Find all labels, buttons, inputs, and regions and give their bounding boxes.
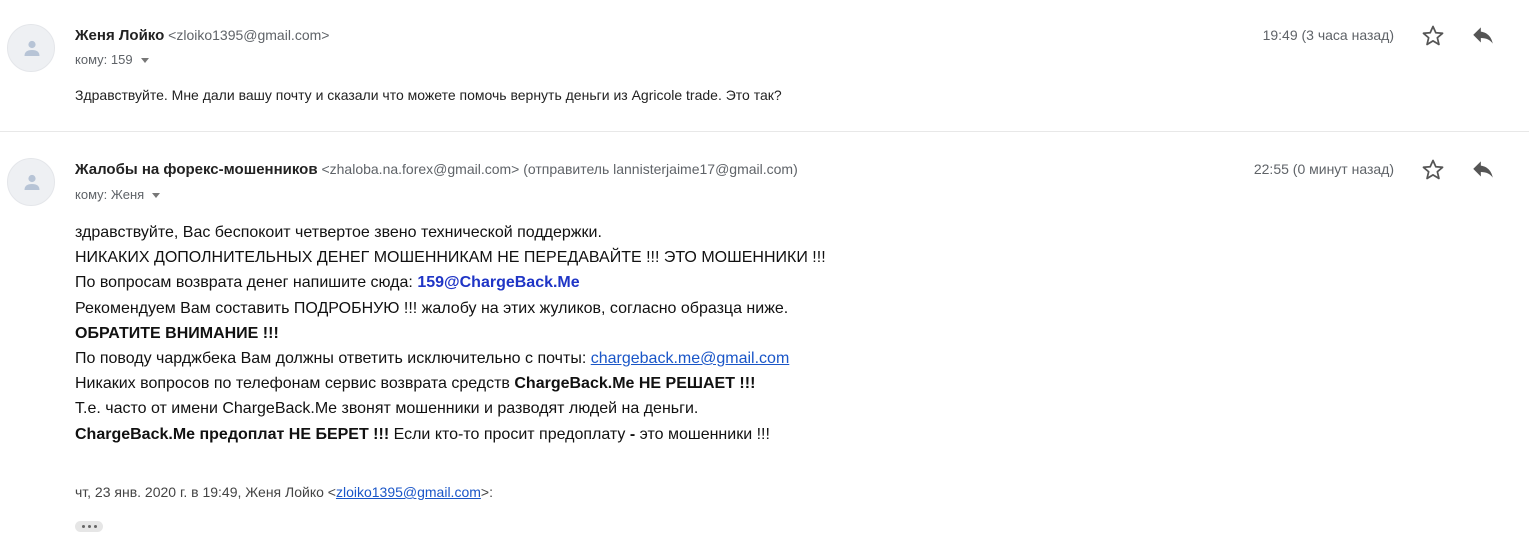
body-line: Никаких вопросов по телефонам сервис воз… — [75, 371, 826, 396]
body-text: По вопросам возврата денег напишите сюда… — [75, 274, 418, 292]
sender-line: Жалобы на форекс-мошенников <zhaloba.na.… — [75, 161, 798, 178]
contact-address: 159@ChargeBack.Me — [417, 274, 580, 292]
star-icon — [1422, 159, 1444, 180]
person-icon — [24, 40, 40, 56]
body-text: это мошенники !!! — [635, 425, 770, 443]
sender-name[interactable]: Жалобы на форекс-мошенников — [75, 161, 318, 178]
message-preview[interactable]: Здравствуйте. Мне дали вашу почту и сказ… — [75, 87, 782, 103]
reply-icon — [1473, 27, 1493, 44]
body-bold: ChargeBack.Me НЕ РЕШАЕТ !!! — [514, 375, 756, 393]
recipients-label: кому: Женя — [75, 187, 145, 202]
ellipsis-icon — [87, 525, 91, 528]
sender-email: <zhaloba.na.forex@gmail.com> — [321, 161, 520, 177]
reply-button[interactable] — [1470, 23, 1496, 49]
body-line: здравствуйте, Вас беспокоит четвертое зв… — [75, 224, 602, 241]
recipients-label: кому: 159 — [75, 52, 133, 67]
attention-heading: ОБРАТИТЕ ВНИМАНИЕ !!! — [75, 324, 279, 342]
body-line: ChargeBack.Me предоплат НЕ БЕРЕТ !!! Есл… — [75, 422, 826, 447]
message-1: Женя Лойко <zloiko1395@gmail.com> кому: … — [0, 0, 1529, 130]
avatar[interactable] — [7, 24, 55, 72]
star-icon — [1422, 25, 1444, 46]
body-text: Никаких вопросов по телефонам сервис воз… — [75, 375, 515, 393]
reply-button[interactable] — [1470, 157, 1496, 183]
body-line: Рекомендуем Вам составить ПОДРОБНУЮ !!! … — [75, 299, 789, 317]
body-line: ОБРАТИТЕ ВНИМАНИЕ !!! — [75, 321, 826, 346]
sender-via: (отправитель lannisterjaime17@gmail.com) — [523, 161, 798, 177]
sender-line: Женя Лойко <zloiko1395@gmail.com> — [75, 27, 329, 44]
avatar[interactable] — [7, 158, 55, 206]
quote-email-link[interactable]: zloiko1395@gmail.com — [336, 484, 481, 500]
sender-email: <zloiko1395@gmail.com> — [168, 27, 330, 43]
body-line: НИКАКИХ ДОПОЛНИТЕЛЬНЫХ ДЕНЕГ МОШЕННИКАМ … — [75, 249, 826, 267]
email-link[interactable]: chargeback.me@gmail.com — [591, 350, 790, 367]
message-body: здравствуйте, Вас беспокоит четвертое зв… — [75, 220, 826, 447]
star-button[interactable] — [1420, 23, 1446, 49]
reply-icon — [1473, 161, 1493, 178]
body-line: Т.е. часто от имени ChargeBack.Me звонят… — [75, 400, 699, 418]
body-line: По вопросам возврата денег напишите сюда… — [75, 270, 826, 295]
person-icon — [24, 174, 40, 190]
quote-suffix: >: — [480, 484, 493, 500]
ellipsis-icon — [81, 525, 85, 528]
body-bold: ChargeBack.Me предоплат НЕ БЕРЕТ !!! — [75, 425, 390, 443]
recipients-toggle[interactable]: кому: Женя — [75, 187, 161, 202]
body-text: По поводу чарджбека Вам должны ответить … — [75, 349, 591, 367]
recipients-toggle[interactable]: кому: 159 — [75, 52, 149, 67]
message-time: 19:49 (3 часа назад) — [1262, 27, 1394, 43]
chevron-down-icon — [152, 193, 161, 199]
message-2: Жалобы на форекс-мошенников <zhaloba.na.… — [0, 132, 1529, 544]
body-line: По поводу чарджбека Вам должны ответить … — [75, 346, 826, 371]
chevron-down-icon — [140, 58, 149, 64]
message-time: 22:55 (0 минут назад) — [1253, 161, 1394, 177]
show-trimmed-content-button[interactable] — [75, 521, 103, 532]
quote-prefix: чт, 23 янв. 2020 г. в 19:49, Женя Лойко … — [75, 484, 336, 500]
sender-name[interactable]: Женя Лойко — [75, 27, 164, 44]
body-text: Если кто-то просит предоплату — [389, 425, 630, 443]
ellipsis-icon — [93, 525, 97, 528]
star-button[interactable] — [1420, 157, 1446, 183]
quote-header: чт, 23 янв. 2020 г. в 19:49, Женя Лойко … — [75, 484, 493, 500]
